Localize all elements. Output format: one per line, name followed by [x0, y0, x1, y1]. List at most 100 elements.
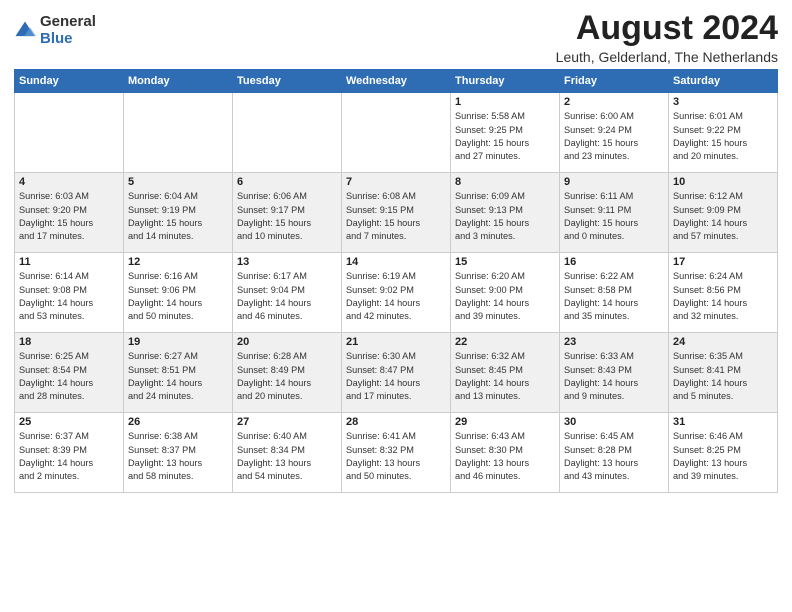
header-saturday: Saturday	[669, 70, 778, 93]
calendar-table: Sunday Monday Tuesday Wednesday Thursday…	[14, 69, 778, 493]
day-number: 31	[673, 416, 773, 428]
table-row: 15 Sunrise: 6:20 AMSunset: 9:00 PMDayligh…	[451, 253, 560, 333]
table-row	[233, 93, 342, 173]
table-row: 13Sunrise: 6:17 AMSunset: 9:04 PMDayligh…	[233, 253, 342, 333]
table-row: 27 Sunrise: 6:40 AMSunset: 8:34 PMDayligh…	[233, 413, 342, 493]
table-row: 26Sunrise: 6:38 AMSunset: 8:37 PMDayligh…	[124, 413, 233, 493]
table-row: 2Sunrise: 6:00 AMSunset: 9:24 PMDaylight…	[560, 93, 669, 173]
day-number: 1	[455, 96, 555, 108]
day-info: Sunrise: 6:28 AMSunset: 8:49 PMDaylight:…	[237, 350, 337, 403]
day-number: 28	[346, 416, 446, 428]
day-number: 18	[19, 336, 119, 348]
logo-icon	[14, 20, 36, 42]
table-row: 28Sunrise: 6:41 AMSunset: 8:32 PMDayligh…	[342, 413, 451, 493]
header-sunday: Sunday	[15, 70, 124, 93]
table-row: 1Sunrise: 5:58 AMSunset: 9:25 PMDaylight…	[451, 93, 560, 173]
day-number: 10	[673, 176, 773, 188]
table-row: 4 Sunrise: 6:03 AMSunset: 9:20 PMDaylight…	[15, 173, 124, 253]
day-info: Sunrise: 6:27 AMSunset: 8:51 PMDaylight:…	[128, 350, 228, 403]
logo-blue: Blue	[40, 31, 96, 48]
day-number: 9	[564, 176, 664, 188]
day-info: Sunrise: 6:37 AMSunset: 8:39 PMDaylight:…	[19, 430, 119, 483]
header-tuesday: Tuesday	[233, 70, 342, 93]
table-row: 5Sunrise: 6:04 AMSunset: 9:19 PMDaylight…	[124, 173, 233, 253]
day-info: Sunrise: 6:14 AMSunset: 9:08 PMDaylight:…	[19, 270, 119, 323]
day-info: Sunrise: 6:12 AMSunset: 9:09 PMDaylight:…	[673, 190, 773, 243]
day-info: Sunrise: 6:32 AMSunset: 8:45 PMDaylight:…	[455, 350, 555, 403]
table-row: 3 Sunrise: 6:01 AMSunset: 9:22 PMDaylight…	[669, 93, 778, 173]
day-info: Sunrise: 6:19 AMSunset: 9:02 PMDaylight:…	[346, 270, 446, 323]
table-row: 9Sunrise: 6:11 AMSunset: 9:11 PMDaylight…	[560, 173, 669, 253]
day-number: 21	[346, 336, 446, 348]
day-info: Sunrise: 6:08 AMSunset: 9:15 PMDaylight:…	[346, 190, 446, 243]
table-row: 21Sunrise: 6:30 AMSunset: 8:47 PMDayligh…	[342, 333, 451, 413]
day-number: 13	[237, 256, 337, 268]
day-number: 24	[673, 336, 773, 348]
day-info: Sunrise: 6:16 AMSunset: 9:06 PMDaylight:…	[128, 270, 228, 323]
table-row: 19 Sunrise: 6:27 AMSunset: 8:51 PMDayligh…	[124, 333, 233, 413]
title-section: August 2024 Leuth, Gelderland, The Nethe…	[556, 10, 778, 65]
logo-general: General	[40, 14, 96, 31]
table-row: 25 Sunrise: 6:37 AMSunset: 8:39 PMDayligh…	[15, 413, 124, 493]
table-row	[124, 93, 233, 173]
table-row	[342, 93, 451, 173]
day-number: 19	[128, 336, 228, 348]
table-row: 30Sunrise: 6:45 AMSunset: 8:28 PMDayligh…	[560, 413, 669, 493]
day-number: 15	[455, 256, 555, 268]
day-info: Sunrise: 6:00 AMSunset: 9:24 PMDaylight:…	[564, 110, 664, 163]
calendar-week-row: 25 Sunrise: 6:37 AMSunset: 8:39 PMDayligh…	[15, 413, 778, 493]
day-number: 6	[237, 176, 337, 188]
table-row: 18Sunrise: 6:25 AMSunset: 8:54 PMDayligh…	[15, 333, 124, 413]
table-row: 6Sunrise: 6:06 AMSunset: 9:17 PMDaylight…	[233, 173, 342, 253]
day-number: 4	[19, 176, 119, 188]
header: General Blue August 2024 Leuth, Gelderla…	[14, 10, 778, 65]
calendar-week-row: 18Sunrise: 6:25 AMSunset: 8:54 PMDayligh…	[15, 333, 778, 413]
header-friday: Friday	[560, 70, 669, 93]
header-thursday: Thursday	[451, 70, 560, 93]
day-number: 7	[346, 176, 446, 188]
logo: General Blue	[14, 14, 96, 47]
table-row: 20 Sunrise: 6:28 AMSunset: 8:49 PMDayligh…	[233, 333, 342, 413]
day-info: Sunrise: 6:38 AMSunset: 8:37 PMDaylight:…	[128, 430, 228, 483]
day-number: 3	[673, 96, 773, 108]
header-monday: Monday	[124, 70, 233, 93]
day-info: Sunrise: 6:09 AMSunset: 9:13 PMDaylight:…	[455, 190, 555, 243]
day-number: 16	[564, 256, 664, 268]
day-number: 17	[673, 256, 773, 268]
table-row: 17 Sunrise: 6:24 AMSunset: 8:56 PMDayligh…	[669, 253, 778, 333]
day-info: Sunrise: 6:24 AMSunset: 8:56 PMDaylight:…	[673, 270, 773, 323]
day-number: 20	[237, 336, 337, 348]
day-info: Sunrise: 6:03 AMSunset: 9:20 PMDaylight:…	[19, 190, 119, 243]
table-row: 10 Sunrise: 6:12 AMSunset: 9:09 PMDayligh…	[669, 173, 778, 253]
table-row	[15, 93, 124, 173]
calendar-week-row: 1Sunrise: 5:58 AMSunset: 9:25 PMDaylight…	[15, 93, 778, 173]
table-row: 31Sunrise: 6:46 AMSunset: 8:25 PMDayligh…	[669, 413, 778, 493]
calendar-header-row: Sunday Monday Tuesday Wednesday Thursday…	[15, 70, 778, 93]
day-number: 23	[564, 336, 664, 348]
day-info: Sunrise: 6:43 AMSunset: 8:30 PMDaylight:…	[455, 430, 555, 483]
day-info: Sunrise: 6:20 AMSunset: 9:00 PMDaylight:…	[455, 270, 555, 323]
table-row: 7 Sunrise: 6:08 AMSunset: 9:15 PMDaylight…	[342, 173, 451, 253]
day-number: 14	[346, 256, 446, 268]
calendar-week-row: 11Sunrise: 6:14 AMSunset: 9:08 PMDayligh…	[15, 253, 778, 333]
day-number: 12	[128, 256, 228, 268]
day-info: Sunrise: 6:01 AMSunset: 9:22 PMDaylight:…	[673, 110, 773, 163]
table-row: 23Sunrise: 6:33 AMSunset: 8:43 PMDayligh…	[560, 333, 669, 413]
day-number: 25	[19, 416, 119, 428]
calendar-week-row: 4 Sunrise: 6:03 AMSunset: 9:20 PMDaylight…	[15, 173, 778, 253]
header-wednesday: Wednesday	[342, 70, 451, 93]
table-row: 11Sunrise: 6:14 AMSunset: 9:08 PMDayligh…	[15, 253, 124, 333]
table-row: 22Sunrise: 6:32 AMSunset: 8:45 PMDayligh…	[451, 333, 560, 413]
month-title: August 2024	[556, 10, 778, 47]
logo-text: General Blue	[40, 14, 96, 47]
day-info: Sunrise: 6:40 AMSunset: 8:34 PMDaylight:…	[237, 430, 337, 483]
table-row: 29 Sunrise: 6:43 AMSunset: 8:30 PMDayligh…	[451, 413, 560, 493]
day-number: 30	[564, 416, 664, 428]
day-number: 29	[455, 416, 555, 428]
table-row: 16Sunrise: 6:22 AMSunset: 8:58 PMDayligh…	[560, 253, 669, 333]
day-number: 5	[128, 176, 228, 188]
table-row: 24 Sunrise: 6:35 AMSunset: 8:41 PMDayligh…	[669, 333, 778, 413]
day-number: 27	[237, 416, 337, 428]
day-number: 8	[455, 176, 555, 188]
day-info: Sunrise: 6:35 AMSunset: 8:41 PMDaylight:…	[673, 350, 773, 403]
